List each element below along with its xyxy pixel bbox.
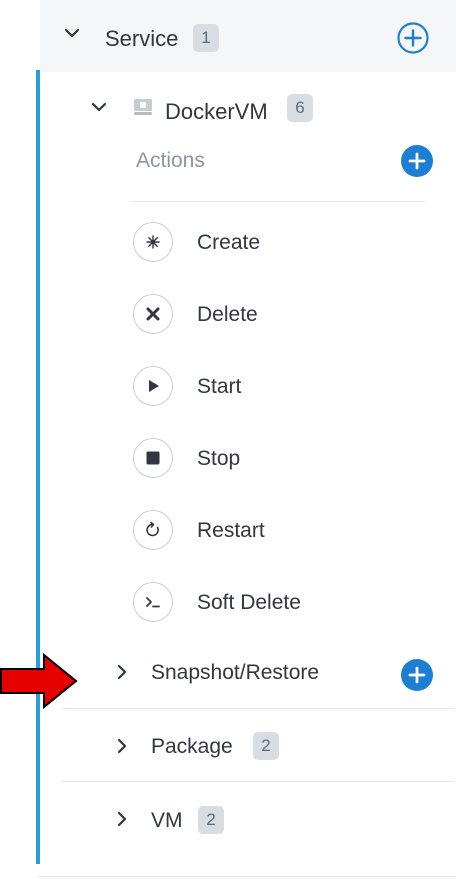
- chevron-right-icon[interactable]: [114, 811, 130, 827]
- action-label: Stop: [197, 447, 241, 470]
- delete-icon: [133, 294, 173, 334]
- chevron-right-icon[interactable]: [114, 664, 130, 680]
- action-label: Start: [197, 375, 242, 398]
- action-start[interactable]: Start: [130, 364, 430, 414]
- start-icon: [133, 366, 173, 406]
- actions-label: Actions: [136, 149, 205, 172]
- chevron-down-icon[interactable]: [63, 24, 81, 42]
- action-label: Create: [197, 231, 261, 254]
- snapshot-divider: [62, 708, 454, 709]
- snapshot-restore-label[interactable]: Snapshot/Restore: [151, 660, 319, 686]
- create-icon: [133, 222, 173, 262]
- action-label: Delete: [197, 303, 258, 326]
- package-count-badge: 2: [253, 732, 279, 760]
- vm-group-label[interactable]: VM: [151, 808, 183, 834]
- package-label[interactable]: Package: [151, 734, 233, 760]
- service-label: Service: [105, 26, 179, 51]
- chevron-right-icon[interactable]: [114, 738, 130, 754]
- dockervm-label[interactable]: DockerVM: [165, 99, 268, 125]
- terminal-icon: [133, 582, 173, 622]
- bottom-divider: [38, 876, 456, 877]
- vm-count-badge: 2: [198, 806, 224, 834]
- add-service-icon[interactable]: [396, 21, 430, 55]
- action-soft-delete[interactable]: Soft Delete: [130, 580, 430, 630]
- restart-icon: [133, 510, 173, 550]
- dockervm-count-badge: 6: [287, 94, 313, 122]
- action-restart[interactable]: Restart: [130, 508, 430, 558]
- actions-divider: [130, 201, 425, 202]
- action-create[interactable]: Create: [130, 220, 430, 270]
- tree-accent-line: [36, 70, 40, 864]
- chevron-down-icon[interactable]: [90, 98, 108, 116]
- action-label: Restart: [197, 519, 265, 542]
- vm-icon: [134, 99, 152, 115]
- add-snapshot-icon[interactable]: [401, 659, 433, 691]
- service-header[interactable]: [40, 0, 456, 72]
- service-count-badge: 1: [193, 24, 219, 52]
- action-label: Soft Delete: [197, 591, 301, 614]
- action-stop[interactable]: Stop: [130, 436, 430, 486]
- action-delete[interactable]: Delete: [130, 292, 430, 342]
- stop-icon: [133, 438, 173, 478]
- package-divider: [62, 781, 454, 782]
- red-arrow-icon: [0, 653, 78, 709]
- add-action-icon[interactable]: [401, 145, 433, 177]
